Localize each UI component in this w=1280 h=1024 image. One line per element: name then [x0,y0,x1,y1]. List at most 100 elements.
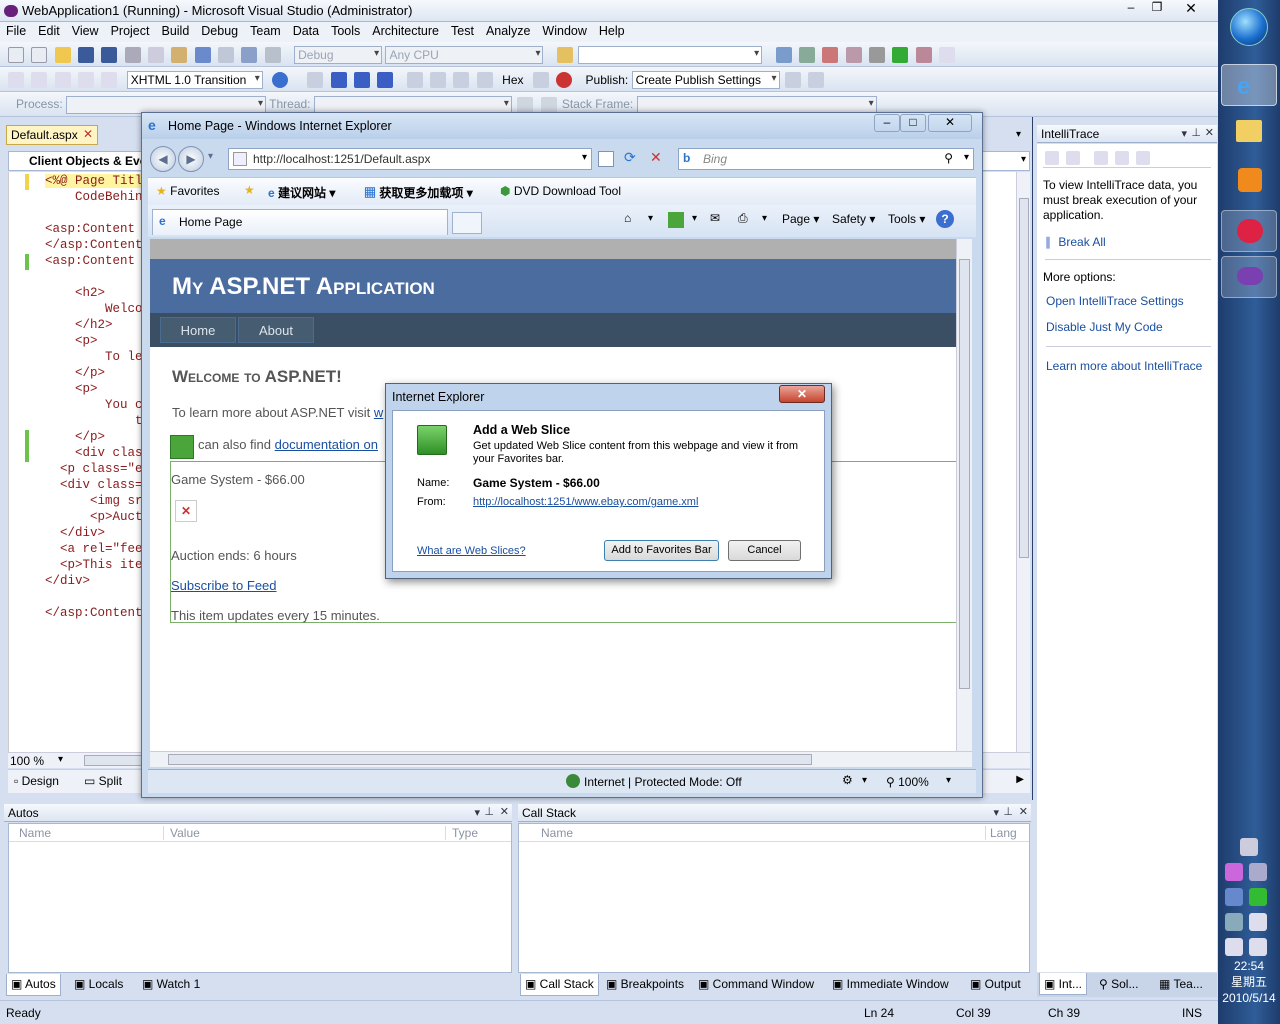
menu-test[interactable]: Test [445,22,480,40]
favorites-button[interactable]: ★ Favorites [156,184,219,198]
open-settings-link[interactable]: Open IntelliTrace Settings [1046,294,1211,308]
editor-right-arrow-icon[interactable]: ▶ [1016,774,1024,785]
break-all-toolbar-icon[interactable] [330,72,347,88]
protected-icon[interactable]: ⚙ [842,773,853,787]
threads-icon[interactable] [532,72,549,88]
nav-about[interactable]: About [238,317,314,343]
forward-button[interactable]: ▶ [178,146,204,172]
nav-dropdown-icon[interactable]: ▾ [1021,154,1026,165]
ie-taskbar-button[interactable]: e [1221,64,1277,106]
start-debug-icon[interactable] [264,47,281,63]
undo-icon[interactable] [194,47,211,63]
safety-menu[interactable]: Safety ▾ [832,212,875,226]
team-icon[interactable] [915,47,932,63]
zoom-control[interactable]: ⚲ 100% [886,775,929,789]
publish-web-icon[interactable] [784,72,801,88]
menu-edit[interactable]: Edit [32,22,66,40]
intellitrace-tab[interactable]: ▣ Int... [1039,973,1088,995]
mail-icon[interactable]: ✉ [710,211,720,225]
minimize-button[interactable]: – [1118,0,1144,16]
comment-icon[interactable] [78,72,95,88]
media-taskbar-button[interactable] [1221,160,1277,202]
stop-loading-icon[interactable]: ✕ [650,149,662,166]
format-icon[interactable] [8,72,24,88]
paste-icon[interactable] [171,47,188,63]
home-icon[interactable]: ⌂ [624,211,631,225]
asp-link[interactable]: w [374,405,383,420]
toolbox-icon[interactable] [845,47,862,63]
breakpoint-icon[interactable] [556,72,573,88]
menu-debug[interactable]: Debug [195,22,244,40]
webslice-icon[interactable] [170,435,194,459]
callstack-menu-icon[interactable]: ▾ [993,806,999,819]
explorer-taskbar-button[interactable] [1221,112,1277,154]
add-favorites-icon[interactable]: ★ [244,183,255,197]
cancel-button[interactable]: Cancel [728,540,801,561]
copy-icon[interactable] [148,47,165,63]
disable-jmc-link[interactable]: Disable Just My Code [1046,320,1211,347]
save-all-icon[interactable] [101,47,118,63]
menu-file[interactable]: File [0,22,32,40]
keyboard-icon[interactable] [1240,838,1258,856]
save-icon[interactable] [78,47,95,63]
feeds-icon[interactable] [668,212,684,228]
help-link[interactable]: What are Web Slices? [417,545,526,557]
tools-menu[interactable]: Tools ▾ [888,212,925,226]
step-out-icon[interactable] [453,72,470,88]
close-button[interactable]: ✕ [1170,0,1212,16]
callstack-close-icon[interactable]: ✕ [1019,805,1028,818]
callstack-pin-icon[interactable]: ⊥ [1003,805,1013,818]
page-vscroll[interactable] [956,239,972,751]
locals-tab[interactable]: ▣ Locals [74,977,123,991]
compat-icon[interactable] [598,151,614,167]
autos-col-type[interactable]: Type [445,826,478,840]
menu-team[interactable]: Team [244,22,287,40]
outdent-icon[interactable] [54,72,71,88]
autos-grid[interactable]: Name Value Type [8,823,512,973]
ie-tab-home[interactable]: e Home Page [152,209,448,235]
address-bar[interactable]: http://localhost:1251/Default.aspx ▾ [228,148,592,170]
properties-icon[interactable] [798,47,815,63]
one-click-icon[interactable] [808,72,825,88]
page-hscroll[interactable] [150,751,972,767]
print-icon[interactable]: ⎙ [738,211,748,226]
subscribe-link[interactable]: Subscribe to Feed [171,578,277,593]
watch-tab[interactable]: ▣ Watch 1 [142,977,200,991]
add-to-favorites-button[interactable]: Add to Favorites Bar [604,540,719,561]
autos-col-name[interactable]: Name [19,826,51,840]
menu-window[interactable]: Window [536,22,592,40]
clock[interactable]: 22:54 星期五 2010/5/14 [1218,958,1280,1006]
uncomment-icon[interactable] [101,72,118,88]
search-icon[interactable]: ⚲ [944,151,953,165]
solution-explorer-icon[interactable] [775,47,792,63]
tray-infinity-icon[interactable] [1225,888,1243,906]
solution-explorer-tab[interactable]: ⚲ Sol... [1099,977,1138,991]
menu-project[interactable]: Project [105,22,156,40]
new-project-icon[interactable] [8,47,24,63]
output-tab[interactable]: ▣ Output [970,977,1021,991]
menu-architecture[interactable]: Architecture [366,22,445,40]
menu-help[interactable]: Help [593,22,631,40]
address-url[interactable]: http://localhost:1251/Default.aspx [253,152,430,166]
restore-button[interactable]: ❐ [1144,0,1170,16]
ie-close-button[interactable]: ✕ [928,114,972,132]
documentation-link[interactable]: documentation on [275,437,378,452]
zoom-combo[interactable]: 100 % [10,754,44,768]
step-over-icon[interactable] [430,72,447,88]
callstack-tab[interactable]: ▣ Call Stack [520,974,599,996]
close-tab-icon[interactable]: ✕ [83,127,93,141]
editor-vscroll[interactable] [1016,172,1030,752]
menu-tools[interactable]: Tools [325,22,366,40]
add-item-icon[interactable] [31,47,48,63]
autos-close-icon[interactable]: ✕ [500,805,509,818]
object-browser-icon[interactable] [822,47,839,63]
flag-icon[interactable] [517,97,534,113]
config-combo[interactable]: Debug [294,46,383,64]
browser-icon[interactable] [272,72,289,88]
doc-list-icon[interactable]: ▾ [1016,129,1021,140]
tray-network-icon[interactable] [1249,863,1267,881]
cut-icon[interactable] [124,47,141,63]
back-button[interactable]: ◀ [150,146,176,172]
menu-analyze[interactable]: Analyze [480,22,536,40]
help-icon[interactable]: ? [936,210,954,228]
